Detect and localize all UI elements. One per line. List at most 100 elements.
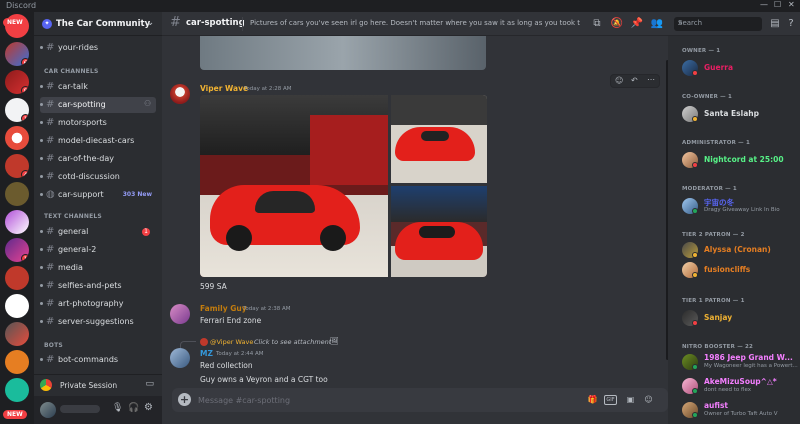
channel-server-suggestions[interactable]: # server-suggestions [40,314,156,330]
server-icon[interactable] [5,266,29,290]
channel-car-spotting[interactable]: # car-spotting ⚇ [40,97,156,113]
avatar[interactable] [170,348,190,368]
server-icon[interactable] [5,378,29,402]
guild-header[interactable]: ✦ The Car Community ⌄ [34,12,162,36]
chrome-icon [40,379,52,391]
server-icon[interactable] [5,322,29,346]
member-name: Guerra [704,63,734,72]
minimize-icon[interactable]: — [760,0,768,9]
channel-car-of-the-day[interactable]: # car-of-the-day [40,151,156,167]
reply-icon[interactable]: ↶ [631,76,638,85]
server-icon[interactable]: 8 [5,70,29,94]
window-title: Discord [6,1,37,10]
server-icon[interactable]: 6 [5,42,29,66]
member-item[interactable]: fusioncliffs [682,262,800,280]
channel-cotd-discussion[interactable]: # cotd-discussion [40,169,156,185]
add-member-icon[interactable]: ⚇ [144,99,151,108]
category-bots[interactable]: BOTS [44,342,63,349]
server-icon[interactable] [5,210,29,234]
member-item[interactable]: Sanjay [682,310,800,328]
emoji-icon[interactable]: ☺ [642,393,655,406]
member-item[interactable]: aufist Owner of Turbo Taft Auto V [682,401,800,420]
maximize-icon[interactable]: ☐ [774,0,781,9]
message-author[interactable]: MZ [200,349,213,358]
threads-icon[interactable]: ⧉ [590,17,604,31]
member-status: dont need to flex [704,387,752,393]
add-attachment-icon[interactable]: + [178,393,191,406]
message-input[interactable] [198,392,558,408]
channel-general-2[interactable]: # general-2 [40,242,156,258]
member-item[interactable]: Santa Eslahp [682,106,800,124]
sticker-icon[interactable]: ▣ [624,393,637,406]
channel-general[interactable]: # general 1 [40,224,156,240]
message-author[interactable]: Family Guy [200,304,247,313]
unread-dot [40,248,43,251]
server-icon[interactable] [5,182,29,206]
avatar[interactable] [170,84,190,104]
avatar[interactable] [170,304,190,324]
channel-label: selfies-and-pets [58,281,122,290]
message-author[interactable]: Viper Wave [200,84,248,93]
screen-share-icon[interactable]: ▭ [145,379,154,389]
hash-icon: # [46,244,55,255]
channel-media[interactable]: # media [40,260,156,276]
channel-motorsports[interactable]: # motorsports [40,115,156,131]
member-name: Santa Eslahp [704,109,759,118]
member-list-icon[interactable]: 👥 [650,17,664,31]
gear-icon[interactable]: ⚙ [144,402,153,413]
role-header-tier-1-patron: TIER 1 PATRON — 1 [682,298,745,304]
server-icon[interactable] [5,294,29,318]
ferrari-enzo-photo-2[interactable] [391,95,487,183]
channel-label: model-diecast-cars [58,136,135,145]
chevron-down-icon[interactable]: ⌄ [146,18,154,28]
server-icon[interactable] [5,126,29,150]
notification-bell-icon[interactable]: 🔕 [610,17,624,31]
server-icon[interactable]: 4 [5,154,29,178]
member-name: AkeMizuSoup^△* [704,377,777,386]
channel-topic[interactable]: Pictures of cars you've seen irl go here… [250,19,580,27]
member-status: Dragy Giveaway Link In Bio [704,207,780,213]
server-icon[interactable] [5,350,29,374]
member-item[interactable]: Guerra [682,60,800,78]
unread-badge: 1 [21,114,29,122]
reply-preview[interactable]: Click to see attachment [254,338,331,346]
channel-car-support[interactable]: ◍ car-support 303 New [40,187,156,203]
channel-car-talk[interactable]: # car-talk [40,79,156,95]
headphones-icon[interactable]: 🎧 [128,403,139,413]
member-item[interactable]: 1986 Jeep Grand W... My Wagoneer legit h… [682,353,800,372]
close-icon[interactable]: ✕ [788,0,795,9]
channel-label: your-rides [58,43,99,52]
member-item[interactable]: Nightcord at 25:00 [682,152,800,170]
channel-art-photography[interactable]: # art-photography [40,296,156,312]
more-icon[interactable]: ⋯ [647,75,655,84]
channel-bot-commands[interactable]: # bot-commands [40,352,156,368]
previous-attachment-image[interactable] [200,36,486,70]
channel-label: car-of-the-day [58,154,115,163]
member-item[interactable]: Alyssa (Cronan) [682,242,800,260]
inbox-icon[interactable]: ▤ [768,17,782,31]
pin-icon[interactable]: 📌 [630,17,644,31]
ferrari-599-photo[interactable] [391,186,487,277]
guild-verified-icon: ✦ [42,19,52,29]
channel-your-rides[interactable]: # your-rides [40,40,156,56]
member-item[interactable]: 宇宙の冬 Dragy Giveaway Link In Bio [682,198,800,216]
server-icon[interactable]: 1 [5,238,29,262]
ferrari-enzo-photo-1[interactable] [200,95,388,277]
user-avatar[interactable] [40,402,56,418]
channel-model-diecast-cars[interactable]: # model-diecast-cars [40,133,156,149]
member-item[interactable]: AkeMizuSoup^△* dont need to flex [682,377,800,396]
gift-icon[interactable]: 🎁 [586,393,599,406]
hash-icon: # [46,226,55,237]
channel-label: motorsports [58,118,107,127]
microphone-icon[interactable]: 🎙 [112,403,123,413]
category-car-channels[interactable]: CAR CHANNELS [44,68,99,75]
gif-button[interactable]: GIF [604,395,617,405]
channel-selfies-and-pets[interactable]: # selfies-and-pets [40,278,156,294]
help-icon[interactable]: ? [784,17,798,31]
add-reaction-icon[interactable]: ☺ [615,76,623,85]
message-hover-toolbar: ☺ ↶ ⋯ [610,74,660,88]
search-input[interactable]: Search ⌕ [674,17,762,31]
server-icon[interactable]: 1 [5,98,29,122]
category-text-channels[interactable]: TEXT CHANNELS [44,213,102,220]
reply-author[interactable]: @Viper Wave [210,338,253,346]
